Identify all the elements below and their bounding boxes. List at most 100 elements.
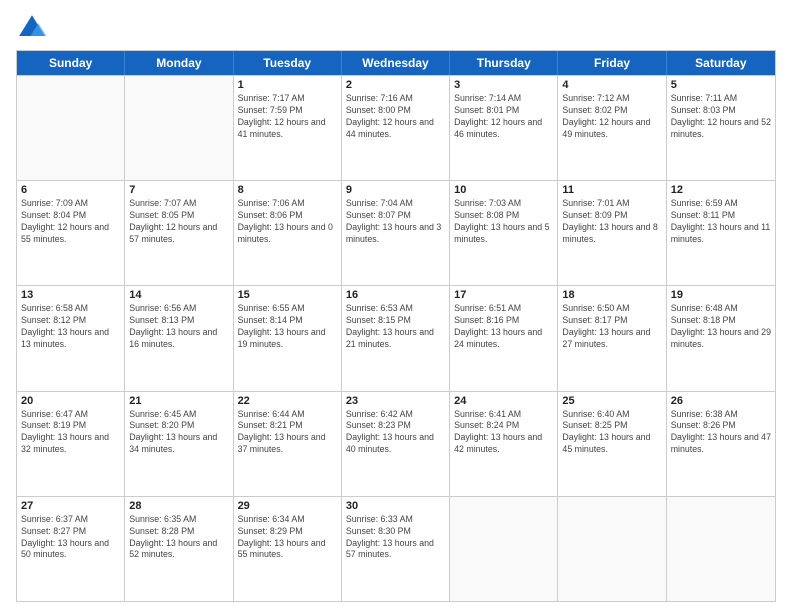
cell-info-text: Sunrise: 6:38 AM Sunset: 8:26 PM Dayligh… bbox=[671, 409, 771, 457]
page: SundayMondayTuesdayWednesdayThursdayFrid… bbox=[0, 0, 792, 612]
cell-day-number: 4 bbox=[562, 79, 661, 91]
calendar-header-cell: Tuesday bbox=[234, 51, 342, 75]
cell-day-number: 15 bbox=[238, 289, 337, 301]
calendar-cell: 9 Sunrise: 7:04 AM Sunset: 8:07 PM Daylig… bbox=[342, 181, 450, 285]
calendar-cell: 28 Sunrise: 6:35 AM Sunset: 8:28 PM Dayli… bbox=[125, 497, 233, 601]
cell-day-number: 3 bbox=[454, 79, 553, 91]
cell-day-number: 21 bbox=[129, 395, 228, 407]
cell-day-number: 1 bbox=[238, 79, 337, 91]
cell-day-number: 6 bbox=[21, 184, 120, 196]
cell-day-number: 17 bbox=[454, 289, 553, 301]
calendar-header-row: SundayMondayTuesdayWednesdayThursdayFrid… bbox=[17, 51, 775, 75]
cell-info-text: Sunrise: 6:45 AM Sunset: 8:20 PM Dayligh… bbox=[129, 409, 228, 457]
cell-day-number: 28 bbox=[129, 500, 228, 512]
cell-info-text: Sunrise: 6:42 AM Sunset: 8:23 PM Dayligh… bbox=[346, 409, 445, 457]
calendar-cell: 27 Sunrise: 6:37 AM Sunset: 8:27 PM Dayli… bbox=[17, 497, 125, 601]
calendar-cell: 23Sunrise: 6:42 AM Sunset: 8:23 PM Dayli… bbox=[342, 392, 450, 496]
calendar-cell: 16 Sunrise: 6:53 AM Sunset: 8:15 PM Dayli… bbox=[342, 286, 450, 390]
calendar-cell: 15 Sunrise: 6:55 AM Sunset: 8:14 PM Dayli… bbox=[234, 286, 342, 390]
calendar-cell: 17 Sunrise: 6:51 AM Sunset: 8:16 PM Dayli… bbox=[450, 286, 558, 390]
cell-info-text: Sunrise: 7:16 AM Sunset: 8:00 PM Dayligh… bbox=[346, 93, 445, 141]
calendar-header-cell: Sunday bbox=[17, 51, 125, 75]
cell-day-number: 29 bbox=[238, 500, 337, 512]
logo bbox=[16, 12, 52, 44]
calendar-cell: 30 Sunrise: 6:33 AM Sunset: 8:30 PM Dayli… bbox=[342, 497, 450, 601]
calendar-cell: 24Sunrise: 6:41 AM Sunset: 8:24 PM Dayli… bbox=[450, 392, 558, 496]
calendar-cell: 7 Sunrise: 7:07 AM Sunset: 8:05 PM Daylig… bbox=[125, 181, 233, 285]
cell-day-number: 25 bbox=[562, 395, 661, 407]
calendar-cell: 1Sunrise: 7:17 AM Sunset: 7:59 PM Daylig… bbox=[234, 76, 342, 180]
cell-info-text: Sunrise: 6:48 AM Sunset: 8:18 PM Dayligh… bbox=[671, 303, 771, 351]
cell-day-number: 8 bbox=[238, 184, 337, 196]
calendar-cell bbox=[17, 76, 125, 180]
cell-info-text: Sunrise: 7:03 AM Sunset: 8:08 PM Dayligh… bbox=[454, 198, 553, 246]
cell-info-text: Sunrise: 6:34 AM Sunset: 8:29 PM Dayligh… bbox=[238, 514, 337, 562]
calendar-header-cell: Saturday bbox=[667, 51, 775, 75]
cell-info-text: Sunrise: 6:47 AM Sunset: 8:19 PM Dayligh… bbox=[21, 409, 120, 457]
cell-day-number: 7 bbox=[129, 184, 228, 196]
cell-info-text: Sunrise: 6:37 AM Sunset: 8:27 PM Dayligh… bbox=[21, 514, 120, 562]
cell-day-number: 26 bbox=[671, 395, 771, 407]
calendar-cell: 11 Sunrise: 7:01 AM Sunset: 8:09 PM Dayli… bbox=[558, 181, 666, 285]
cell-info-text: Sunrise: 7:09 AM Sunset: 8:04 PM Dayligh… bbox=[21, 198, 120, 246]
calendar-cell: 25 Sunrise: 6:40 AM Sunset: 8:25 PM Dayli… bbox=[558, 392, 666, 496]
cell-info-text: Sunrise: 6:40 AM Sunset: 8:25 PM Dayligh… bbox=[562, 409, 661, 457]
calendar-cell: 12 Sunrise: 6:59 AM Sunset: 8:11 PM Dayli… bbox=[667, 181, 775, 285]
calendar-cell: 20 Sunrise: 6:47 AM Sunset: 8:19 PM Dayli… bbox=[17, 392, 125, 496]
calendar-cell: 26 Sunrise: 6:38 AM Sunset: 8:26 PM Dayli… bbox=[667, 392, 775, 496]
cell-info-text: Sunrise: 7:07 AM Sunset: 8:05 PM Dayligh… bbox=[129, 198, 228, 246]
calendar-cell: 2 Sunrise: 7:16 AM Sunset: 8:00 PM Daylig… bbox=[342, 76, 450, 180]
cell-info-text: Sunrise: 7:06 AM Sunset: 8:06 PM Dayligh… bbox=[238, 198, 337, 246]
cell-day-number: 16 bbox=[346, 289, 445, 301]
calendar-header-cell: Friday bbox=[558, 51, 666, 75]
calendar-cell: 22 Sunrise: 6:44 AM Sunset: 8:21 PM Dayli… bbox=[234, 392, 342, 496]
cell-day-number: 2 bbox=[346, 79, 445, 91]
calendar-cell bbox=[450, 497, 558, 601]
calendar-cell: 21 Sunrise: 6:45 AM Sunset: 8:20 PM Dayli… bbox=[125, 392, 233, 496]
calendar-cell: 5 Sunrise: 7:11 AM Sunset: 8:03 PM Daylig… bbox=[667, 76, 775, 180]
logo-icon bbox=[16, 12, 48, 44]
calendar-cell: 29 Sunrise: 6:34 AM Sunset: 8:29 PM Dayli… bbox=[234, 497, 342, 601]
calendar-week-row: 1Sunrise: 7:17 AM Sunset: 7:59 PM Daylig… bbox=[17, 75, 775, 180]
cell-day-number: 19 bbox=[671, 289, 771, 301]
cell-day-number: 27 bbox=[21, 500, 120, 512]
cell-day-number: 22 bbox=[238, 395, 337, 407]
calendar-cell: 13Sunrise: 6:58 AM Sunset: 8:12 PM Dayli… bbox=[17, 286, 125, 390]
calendar-cell: 8 Sunrise: 7:06 AM Sunset: 8:06 PM Daylig… bbox=[234, 181, 342, 285]
calendar-cell: 6 Sunrise: 7:09 AM Sunset: 8:04 PM Daylig… bbox=[17, 181, 125, 285]
cell-info-text: Sunrise: 6:44 AM Sunset: 8:21 PM Dayligh… bbox=[238, 409, 337, 457]
cell-day-number: 30 bbox=[346, 500, 445, 512]
cell-day-number: 11 bbox=[562, 184, 661, 196]
header bbox=[16, 12, 776, 44]
cell-info-text: Sunrise: 6:33 AM Sunset: 8:30 PM Dayligh… bbox=[346, 514, 445, 562]
calendar-body: 1Sunrise: 7:17 AM Sunset: 7:59 PM Daylig… bbox=[17, 75, 775, 601]
calendar-cell bbox=[667, 497, 775, 601]
cell-info-text: Sunrise: 6:41 AM Sunset: 8:24 PM Dayligh… bbox=[454, 409, 553, 457]
calendar-cell: 3 Sunrise: 7:14 AM Sunset: 8:01 PM Daylig… bbox=[450, 76, 558, 180]
calendar-week-row: 13Sunrise: 6:58 AM Sunset: 8:12 PM Dayli… bbox=[17, 285, 775, 390]
cell-info-text: Sunrise: 7:11 AM Sunset: 8:03 PM Dayligh… bbox=[671, 93, 771, 141]
cell-info-text: Sunrise: 6:51 AM Sunset: 8:16 PM Dayligh… bbox=[454, 303, 553, 351]
cell-info-text: Sunrise: 6:59 AM Sunset: 8:11 PM Dayligh… bbox=[671, 198, 771, 246]
calendar-week-row: 6 Sunrise: 7:09 AM Sunset: 8:04 PM Daylig… bbox=[17, 180, 775, 285]
cell-day-number: 20 bbox=[21, 395, 120, 407]
calendar-cell: 19 Sunrise: 6:48 AM Sunset: 8:18 PM Dayli… bbox=[667, 286, 775, 390]
cell-day-number: 12 bbox=[671, 184, 771, 196]
cell-info-text: Sunrise: 6:53 AM Sunset: 8:15 PM Dayligh… bbox=[346, 303, 445, 351]
cell-day-number: 13 bbox=[21, 289, 120, 301]
calendar-cell bbox=[125, 76, 233, 180]
cell-info-text: Sunrise: 6:35 AM Sunset: 8:28 PM Dayligh… bbox=[129, 514, 228, 562]
calendar-cell: 18Sunrise: 6:50 AM Sunset: 8:17 PM Dayli… bbox=[558, 286, 666, 390]
cell-day-number: 18 bbox=[562, 289, 661, 301]
calendar-week-row: 27 Sunrise: 6:37 AM Sunset: 8:27 PM Dayli… bbox=[17, 496, 775, 601]
cell-info-text: Sunrise: 7:01 AM Sunset: 8:09 PM Dayligh… bbox=[562, 198, 661, 246]
cell-info-text: Sunrise: 6:56 AM Sunset: 8:13 PM Dayligh… bbox=[129, 303, 228, 351]
cell-day-number: 9 bbox=[346, 184, 445, 196]
cell-day-number: 5 bbox=[671, 79, 771, 91]
cell-day-number: 14 bbox=[129, 289, 228, 301]
cell-info-text: Sunrise: 7:14 AM Sunset: 8:01 PM Dayligh… bbox=[454, 93, 553, 141]
cell-info-text: Sunrise: 6:55 AM Sunset: 8:14 PM Dayligh… bbox=[238, 303, 337, 351]
calendar-cell bbox=[558, 497, 666, 601]
cell-info-text: Sunrise: 7:04 AM Sunset: 8:07 PM Dayligh… bbox=[346, 198, 445, 246]
calendar-header-cell: Thursday bbox=[450, 51, 558, 75]
